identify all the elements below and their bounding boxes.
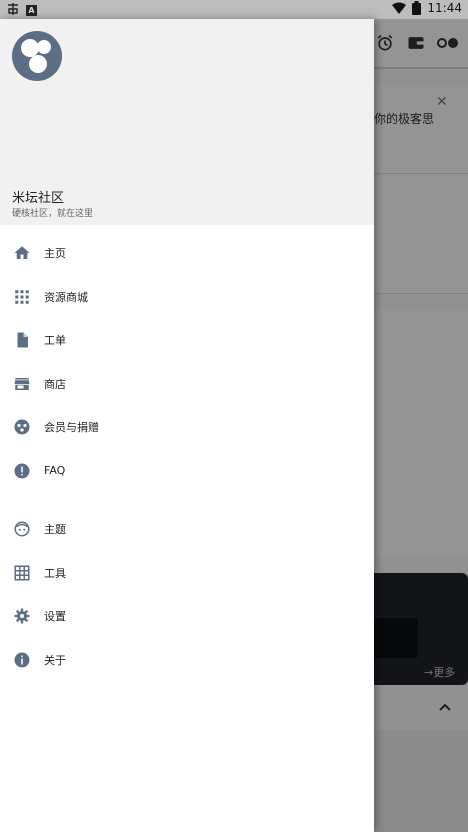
wifi-icon — [392, 2, 407, 14]
menu-label: 主页 — [44, 246, 66, 260]
face-icon — [14, 521, 30, 536]
community-description: 硬核社区，就在这里 — [12, 209, 94, 219]
menu-label: 工具 — [44, 566, 66, 580]
menu-label: FAQ — [44, 464, 66, 477]
menu-item-settings[interactable]: 设置 — [0, 594, 374, 637]
home-icon — [14, 245, 30, 259]
menu-item-membership[interactable]: 会员与捐赠 — [0, 405, 374, 448]
menu-item-resource-mall[interactable]: 资源商城 — [0, 275, 374, 318]
menu-label: 商店 — [44, 377, 66, 391]
menu-label: 关于 — [44, 653, 66, 667]
membership-icon — [14, 419, 30, 434]
status-time: 11:44 — [427, 1, 462, 15]
status-bar: A 11:44 — [0, 0, 468, 19]
menu-item-ticket[interactable]: 工单 — [0, 318, 374, 361]
menu-label: 设置 — [44, 609, 66, 623]
input-method-icon: A — [26, 5, 37, 16]
menu-item-home[interactable]: 主页 — [0, 231, 374, 274]
avatar[interactable] — [12, 31, 62, 81]
info-icon — [14, 652, 30, 667]
menu-item-tools[interactable]: 工具 — [0, 551, 374, 594]
menu-item-faq[interactable]: FAQ — [0, 449, 374, 492]
battery-icon — [412, 1, 422, 15]
menu-item-theme[interactable]: 主题 — [0, 507, 374, 550]
alert-icon — [14, 463, 30, 478]
menu-label: 会员与捐赠 — [44, 420, 99, 434]
notification-icon — [6, 2, 20, 19]
menu-label: 资源商城 — [44, 290, 88, 304]
table-grid-icon — [14, 565, 30, 580]
store-icon — [14, 377, 30, 390]
drawer-header: 米坛社区 硬核社区，就在这里 — [0, 19, 374, 225]
navigation-drawer: 米坛社区 硬核社区，就在这里 主页 资源商城 工单 商店 会员与捐赠 FAQ 主… — [0, 19, 374, 832]
avatar-bubble — [37, 40, 51, 54]
apps-grid-icon — [15, 289, 29, 304]
menu-label: 工单 — [44, 333, 66, 347]
community-name: 米坛社区 — [12, 191, 65, 206]
menu-item-store[interactable]: 商店 — [0, 362, 374, 405]
menu-label: 主题 — [44, 522, 66, 536]
document-icon — [17, 332, 28, 347]
gear-icon — [14, 608, 30, 623]
avatar-bubble — [29, 55, 47, 73]
menu-item-about[interactable]: 关于 — [0, 638, 374, 681]
